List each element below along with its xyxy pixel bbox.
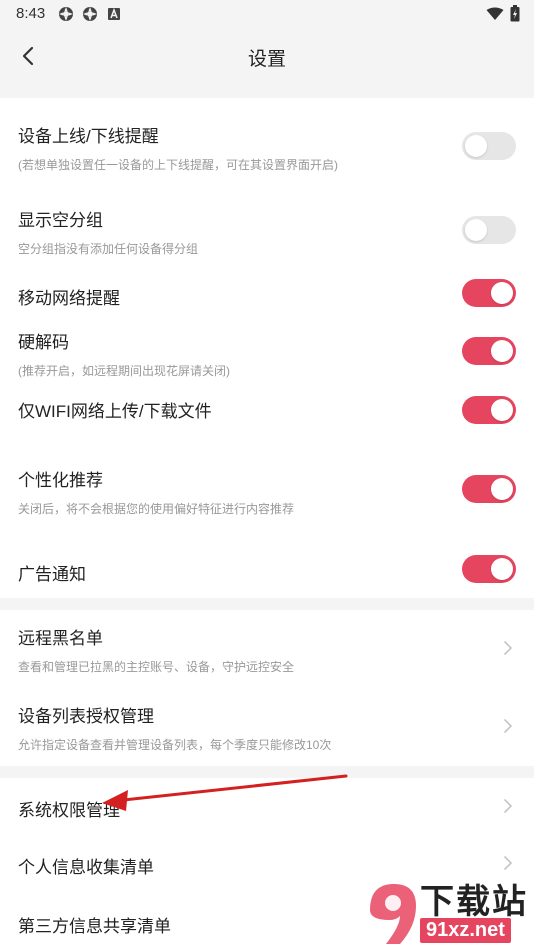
watermark-logo: 下载站 91xz.net bbox=[356, 870, 532, 950]
setting-title: 仅WIFI网络上传/下载文件 bbox=[18, 402, 212, 421]
setting-title: 显示空分组 bbox=[18, 211, 103, 230]
setting-row-online-offline-reminder: 设备上线/下线提醒 (若想单独设置任一设备的上下线提醒，可在其设置界面开启) bbox=[0, 98, 534, 194]
setting-subtitle: 关闭后，将不会根据您的使用偏好特征进行内容推荐 bbox=[18, 502, 295, 516]
status-time: 8:43 bbox=[16, 5, 46, 22]
setting-row-system-permissions[interactable]: 系统权限管理 bbox=[0, 778, 534, 834]
setting-subtitle: 空分组指没有添加任何设备得分组 bbox=[18, 242, 199, 256]
setting-subtitle: (推荐开启，如远程期间出现花屏请关闭) bbox=[18, 364, 230, 378]
setting-subtitle: 查看和管理已拉黑的主控账号、设备，守护远控安全 bbox=[18, 660, 295, 674]
setting-row-hardware-decoding: 硬解码 (推荐开启，如远程期间出现花屏请关闭) bbox=[0, 316, 534, 384]
app-header: 设置 bbox=[0, 28, 534, 82]
setting-row-show-empty-group: 显示空分组 空分组指没有添加任何设备得分组 bbox=[0, 194, 534, 272]
setting-title: 远程黑名单 bbox=[18, 629, 103, 648]
setting-row-personalized-recommendation: 个性化推荐 关闭后，将不会根据您的使用偏好特征进行内容推荐 bbox=[0, 438, 534, 534]
setting-title: 广告通知 bbox=[18, 565, 86, 584]
watermark-domain: 91xz.net bbox=[420, 918, 511, 943]
show-empty-group-toggle[interactable] bbox=[462, 216, 516, 244]
setting-subtitle: (若想单独设置任一设备的上下线提醒，可在其设置界面开启) bbox=[18, 158, 338, 172]
setting-title: 系统权限管理 bbox=[18, 801, 120, 820]
page-title: 设置 bbox=[247, 49, 286, 70]
chevron-right-icon bbox=[504, 641, 512, 655]
setting-title: 个人信息收集清单 bbox=[18, 858, 154, 877]
setting-title: 设备上线/下线提醒 bbox=[18, 127, 159, 146]
mobile-network-reminder-toggle[interactable] bbox=[462, 279, 516, 307]
chevron-right-icon bbox=[504, 856, 512, 870]
gear-icon bbox=[83, 7, 97, 21]
setting-title: 设备列表授权管理 bbox=[18, 707, 154, 726]
chevron-right-icon bbox=[504, 719, 512, 733]
management-card: 远程黑名单 查看和管理已拉黑的主控账号、设备，守护远控安全 设备列表授权管理 允… bbox=[0, 610, 534, 766]
setting-title: 个性化推荐 bbox=[18, 471, 103, 490]
online-offline-reminder-toggle[interactable] bbox=[462, 132, 516, 160]
setting-subtitle: 允许指定设备查看并管理设备列表，每个季度只能修改10次 bbox=[18, 738, 332, 752]
personalized-recommendation-toggle[interactable] bbox=[462, 475, 516, 503]
status-icons-left bbox=[58, 6, 122, 22]
setting-row-mobile-network-reminder: 移动网络提醒 bbox=[0, 272, 534, 316]
wifi-icon bbox=[486, 7, 504, 20]
setting-title: 移动网络提醒 bbox=[18, 289, 120, 308]
setting-row-ad-notification: 广告通知 bbox=[0, 534, 534, 598]
status-icons-right bbox=[486, 5, 520, 22]
setting-title: 硬解码 bbox=[18, 333, 69, 352]
hardware-decoding-toggle[interactable] bbox=[462, 337, 516, 365]
setting-title: 第三方信息共享清单 bbox=[18, 917, 171, 936]
toggle-settings-card: 设备上线/下线提醒 (若想单独设置任一设备的上下线提醒，可在其设置界面开启) 显… bbox=[0, 98, 534, 598]
status-bar: 8:43 bbox=[0, 0, 534, 28]
wifi-only-transfer-toggle[interactable] bbox=[462, 396, 516, 424]
setting-row-device-list-authorization[interactable]: 设备列表授权管理 允许指定设备查看并管理设备列表，每个季度只能修改10次 bbox=[0, 688, 534, 766]
setting-row-wifi-only-transfer: 仅WIFI网络上传/下载文件 bbox=[0, 384, 534, 438]
watermark-brand: 下载站 bbox=[420, 883, 528, 921]
gear-icon bbox=[59, 7, 73, 21]
setting-row-remote-blacklist[interactable]: 远程黑名单 查看和管理已拉黑的主控账号、设备，守护远控安全 bbox=[0, 610, 534, 688]
chevron-right-icon bbox=[504, 799, 512, 813]
app-a-icon bbox=[108, 7, 120, 20]
battery-icon bbox=[510, 5, 520, 22]
ad-notification-toggle[interactable] bbox=[462, 555, 516, 583]
